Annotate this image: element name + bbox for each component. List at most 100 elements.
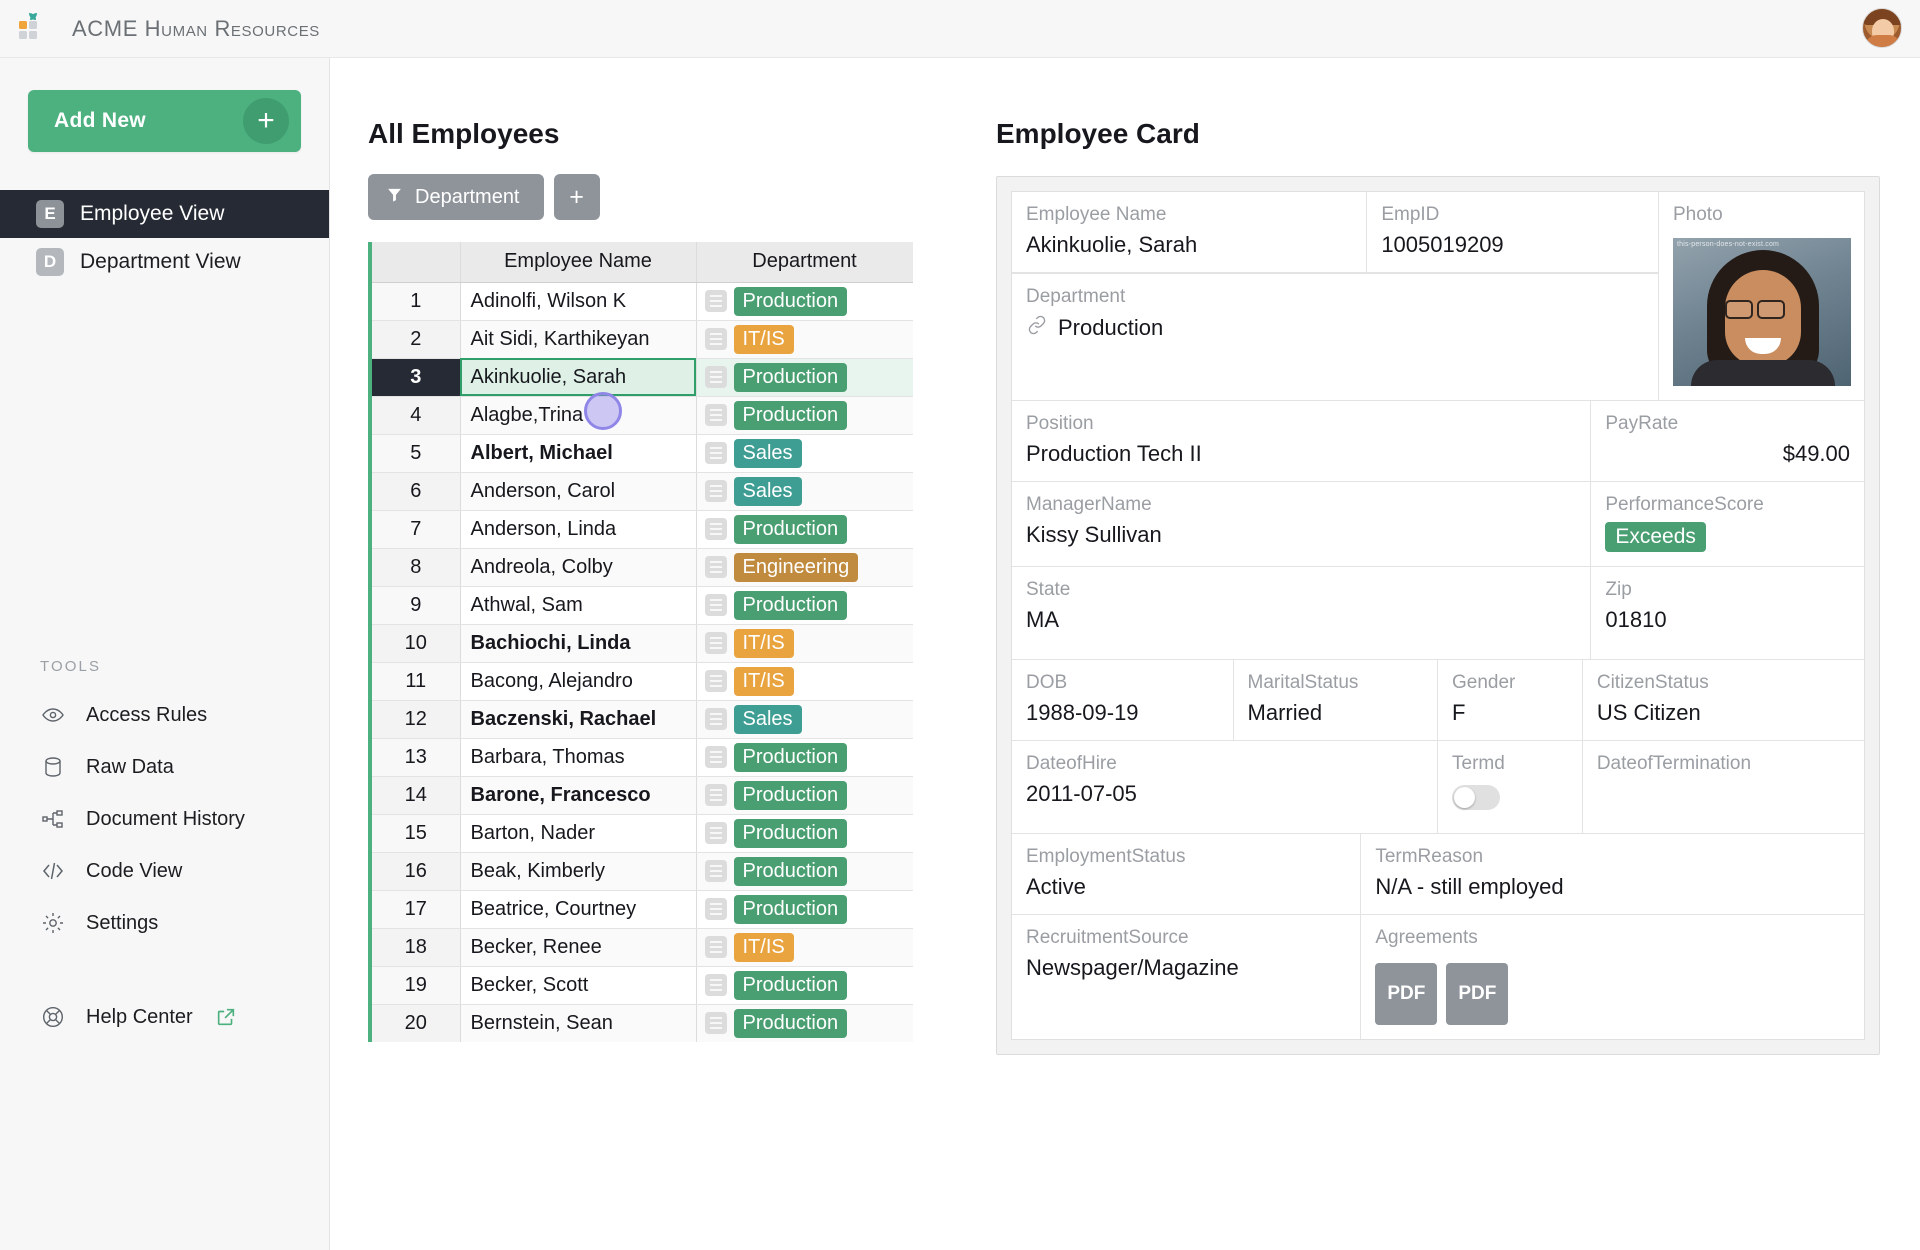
table-row[interactable]: 1 Adinolfi, Wilson K Production: [372, 282, 913, 321]
sidebar-item-department-view[interactable]: D Department View: [0, 238, 329, 286]
table-row[interactable]: 20 Bernstein, Sean Production: [372, 1004, 913, 1042]
table-row[interactable]: 13 Barbara, Thomas Production: [372, 738, 913, 777]
field-citizen-status[interactable]: CitizenStatus US Citizen: [1583, 660, 1864, 740]
field-gender[interactable]: Gender F: [1438, 660, 1583, 740]
row-number-cell[interactable]: 7: [372, 510, 461, 549]
employee-name-cell[interactable]: Anderson, Carol: [460, 472, 697, 511]
employee-name-cell[interactable]: Anderson, Linda: [460, 510, 697, 549]
department-cell[interactable]: Production: [696, 586, 913, 625]
employee-name-cell[interactable]: Akinkuolie, Sarah: [460, 358, 697, 397]
field-term-reason[interactable]: TermReason N/A - still employed: [1361, 834, 1864, 914]
row-number-cell[interactable]: 14: [372, 776, 461, 815]
column-header-employee-name[interactable]: Employee Name: [460, 242, 697, 283]
table-row[interactable]: 16 Beak, Kimberly Production: [372, 852, 913, 891]
field-employment-status[interactable]: EmploymentStatus Active: [1012, 834, 1362, 914]
employee-name-cell[interactable]: Alagbe,Trina: [460, 396, 697, 435]
field-pay-rate[interactable]: PayRate $49.00: [1591, 401, 1864, 481]
user-avatar[interactable]: [1862, 8, 1902, 48]
employee-name-cell[interactable]: Barton, Nader: [460, 814, 697, 853]
table-row[interactable]: 12 Baczenski, Rachael Sales: [372, 700, 913, 739]
row-number-cell[interactable]: 20: [372, 1004, 461, 1042]
department-cell[interactable]: Production: [696, 396, 913, 435]
row-number-cell[interactable]: 2: [372, 320, 461, 359]
employee-name-cell[interactable]: Beatrice, Courtney: [460, 890, 697, 929]
table-row[interactable]: 2 Ait Sidi, Karthikeyan IT/IS: [372, 320, 913, 359]
department-cell[interactable]: Production: [696, 890, 913, 929]
field-date-of-hire[interactable]: DateofHire 2011-07-05: [1012, 741, 1438, 833]
employee-name-cell[interactable]: Athwal, Sam: [460, 586, 697, 625]
employee-name-cell[interactable]: Barbara, Thomas: [460, 738, 697, 777]
employee-name-cell[interactable]: Barone, Francesco: [460, 776, 697, 815]
row-number-cell[interactable]: 3: [372, 358, 461, 397]
employee-name-cell[interactable]: Bernstein, Sean: [460, 1004, 697, 1042]
employee-name-cell[interactable]: Bachiochi, Linda: [460, 624, 697, 663]
row-number-cell[interactable]: 12: [372, 700, 461, 739]
table-row[interactable]: 4 Alagbe,Trina Production: [372, 396, 913, 435]
employee-name-cell[interactable]: Becker, Renee: [460, 928, 697, 967]
sidebar-item-help-center[interactable]: Help Center: [0, 991, 329, 1043]
table-row[interactable]: 18 Becker, Renee IT/IS: [372, 928, 913, 967]
add-filter-button[interactable]: +: [553, 174, 600, 220]
row-number-cell[interactable]: 9: [372, 586, 461, 625]
row-number-cell[interactable]: 17: [372, 890, 461, 929]
field-recruitment-source[interactable]: RecruitmentSource Newspager/Magazine: [1012, 915, 1362, 1039]
employee-name-cell[interactable]: Adinolfi, Wilson K: [460, 282, 697, 321]
row-number-cell[interactable]: 19: [372, 966, 461, 1005]
employee-name-cell[interactable]: Albert, Michael: [460, 434, 697, 473]
field-state[interactable]: State MA: [1012, 567, 1592, 659]
sidebar-item-code-view[interactable]: Code View: [0, 845, 329, 897]
employee-name-cell[interactable]: Ait Sidi, Karthikeyan: [460, 320, 697, 359]
department-cell[interactable]: Production: [696, 738, 913, 777]
department-cell[interactable]: Production: [696, 282, 913, 321]
sidebar-item-document-history[interactable]: Document History: [0, 793, 329, 845]
field-dob[interactable]: DOB 1988-09-19: [1012, 660, 1234, 740]
field-zip[interactable]: Zip 01810: [1591, 567, 1864, 659]
employee-name-cell[interactable]: Baczenski, Rachael: [460, 700, 697, 739]
table-row[interactable]: 10 Bachiochi, Linda IT/IS: [372, 624, 913, 663]
department-cell[interactable]: Production: [696, 852, 913, 891]
field-employee-name[interactable]: Employee Name Akinkuolie, Sarah: [1012, 192, 1368, 272]
field-emp-id[interactable]: EmpID 1005019209: [1367, 192, 1658, 272]
sidebar-item-settings[interactable]: Settings: [0, 897, 329, 949]
department-cell[interactable]: IT/IS: [696, 928, 913, 967]
department-cell[interactable]: Production: [696, 1004, 913, 1042]
row-number-cell[interactable]: 6: [372, 472, 461, 511]
table-row[interactable]: 6 Anderson, Carol Sales: [372, 472, 913, 511]
department-cell[interactable]: IT/IS: [696, 320, 913, 359]
row-number-cell[interactable]: 15: [372, 814, 461, 853]
department-cell[interactable]: Engineering: [696, 548, 913, 587]
field-marital-status[interactable]: MaritalStatus Married: [1234, 660, 1439, 740]
field-agreements[interactable]: Agreements PDF PDF: [1361, 915, 1864, 1039]
employee-name-cell[interactable]: Andreola, Colby: [460, 548, 697, 587]
department-cell[interactable]: Production: [696, 358, 913, 397]
department-cell[interactable]: Production: [696, 814, 913, 853]
table-row[interactable]: 17 Beatrice, Courtney Production: [372, 890, 913, 929]
department-cell[interactable]: Production: [696, 966, 913, 1005]
column-header-department[interactable]: Department: [696, 242, 913, 283]
field-department[interactable]: Department Production: [1012, 274, 1658, 400]
table-row[interactable]: 14 Barone, Francesco Production: [372, 776, 913, 815]
field-position[interactable]: Position Production Tech II: [1012, 401, 1592, 481]
filter-chip-department[interactable]: Department: [368, 174, 544, 220]
row-number-cell[interactable]: 18: [372, 928, 461, 967]
department-cell[interactable]: IT/IS: [696, 624, 913, 663]
field-date-of-termination[interactable]: DateofTermination: [1583, 741, 1864, 833]
table-row[interactable]: 3 Akinkuolie, Sarah Production: [372, 358, 913, 397]
row-number-cell[interactable]: 13: [372, 738, 461, 777]
table-row[interactable]: 19 Becker, Scott Production: [372, 966, 913, 1005]
table-row[interactable]: 5 Albert, Michael Sales: [372, 434, 913, 473]
sidebar-item-employee-view[interactable]: E Employee View: [0, 190, 329, 238]
department-cell[interactable]: Sales: [696, 434, 913, 473]
termd-toggle[interactable]: [1452, 785, 1500, 810]
table-row[interactable]: 7 Anderson, Linda Production: [372, 510, 913, 549]
row-number-cell[interactable]: 5: [372, 434, 461, 473]
employee-grid[interactable]: Employee Name Department 1 Adinolfi, Wils…: [368, 242, 913, 1042]
row-number-cell[interactable]: 8: [372, 548, 461, 587]
sidebar-item-access-rules[interactable]: Access Rules: [0, 689, 329, 741]
external-link-icon[interactable]: [215, 1006, 237, 1028]
department-cell[interactable]: Sales: [696, 472, 913, 511]
department-cell[interactable]: Sales: [696, 700, 913, 739]
table-row[interactable]: 15 Barton, Nader Production: [372, 814, 913, 853]
pdf-attachment-icon[interactable]: PDF: [1375, 963, 1438, 1025]
row-number-cell[interactable]: 11: [372, 662, 461, 701]
